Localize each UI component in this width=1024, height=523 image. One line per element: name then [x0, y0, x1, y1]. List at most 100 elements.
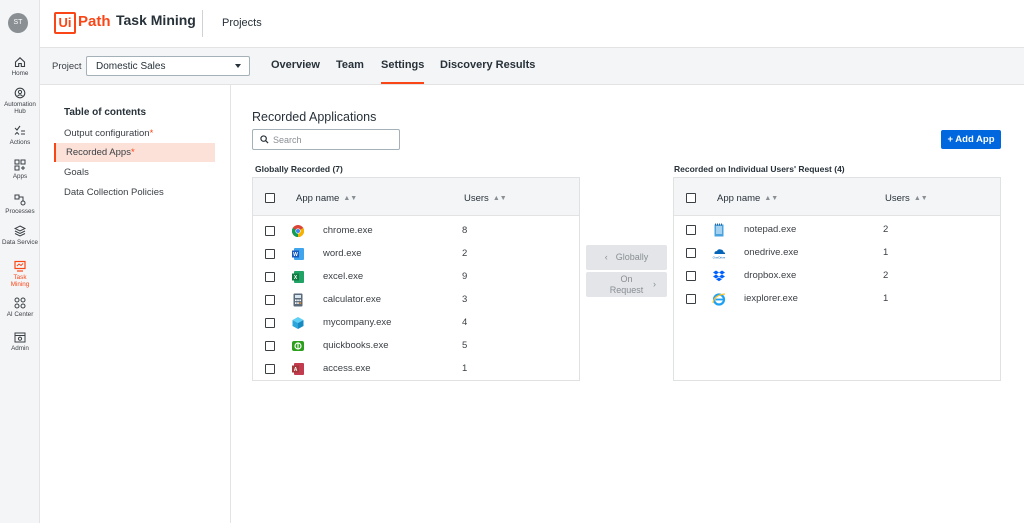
users-column-header[interactable]: Users ▲▼ [464, 193, 507, 204]
select-all-checkbox[interactable] [265, 193, 275, 203]
row-checkbox[interactable] [265, 364, 275, 374]
rail-label: Apps [12, 173, 28, 180]
app-header: Ui Path Task Mining Projects [40, 0, 1024, 48]
search-icon [260, 135, 269, 144]
toc-item-recorded-apps[interactable]: Recorded Apps* [54, 143, 215, 162]
ai-center-icon [14, 297, 26, 309]
toc-title: Table of contents [64, 107, 147, 118]
app-name-column-header[interactable]: App name ▲▼ [296, 193, 357, 204]
row-checkbox[interactable] [686, 271, 696, 281]
user-count: 8 [462, 225, 468, 236]
row-checkbox[interactable] [686, 248, 696, 258]
table-row[interactable]: notepad.exe 2 [674, 219, 1000, 241]
row-checkbox[interactable] [686, 294, 696, 304]
search-box[interactable] [252, 129, 400, 150]
actions-icon [14, 125, 25, 135]
rail-label: Automation Hub [4, 101, 36, 115]
table-row[interactable]: chrome.exe 8 [253, 220, 579, 242]
table-row[interactable]: quickbooks.exe 5 [253, 335, 579, 357]
iexplorer-icon [712, 293, 726, 306]
table-header: App name ▲▼ Users ▲▼ [674, 178, 1000, 216]
automation-hub-icon [14, 87, 26, 99]
dropbox-icon [713, 270, 725, 282]
app-name: calculator.exe [323, 294, 382, 305]
toc-item-output-configuration[interactable]: Output configuration* [54, 124, 215, 143]
word-icon: W [292, 248, 304, 260]
apps-icon [14, 159, 26, 171]
app-name: onedrive.exe [744, 247, 799, 258]
user-count: 3 [462, 294, 468, 305]
search-input[interactable] [273, 132, 393, 147]
rail-item-admin[interactable]: Admin [0, 331, 40, 352]
rail-label: Processes [5, 208, 35, 215]
row-checkbox[interactable] [265, 318, 275, 328]
app-name-column-header[interactable]: App name ▲▼ [717, 193, 778, 204]
toc-item-label: Output configuration [64, 128, 150, 139]
rail-item-home[interactable]: Home [0, 56, 40, 77]
home-icon [14, 57, 26, 68]
svg-text:W: W [293, 252, 298, 258]
move-on-request-button[interactable]: On Request › [586, 272, 667, 297]
rail-item-ai-center[interactable]: AI Center [0, 297, 40, 318]
user-count: 1 [883, 293, 889, 304]
required-marker: * [149, 128, 154, 139]
avatar[interactable]: ST [8, 13, 28, 33]
table-row[interactable]: mycompany.exe 4 [253, 312, 579, 334]
globally-recorded-table: App name ▲▼ Users ▲▼ chrome.exe 8 W word.e… [252, 177, 580, 381]
table-of-contents: Table of contents Output configuration* … [40, 85, 231, 523]
rail-label: AI Center [6, 311, 34, 318]
row-checkbox[interactable] [265, 272, 275, 282]
table-row[interactable]: W word.exe 2 [253, 243, 579, 265]
tab-settings[interactable]: Settings [381, 59, 425, 84]
toc-item-data-collection-policies[interactable]: Data Collection Policies [54, 183, 215, 202]
admin-icon [14, 332, 26, 343]
product-name: Task Mining [116, 12, 196, 28]
table-row[interactable]: OneDrive onedrive.exe 1 [674, 242, 1000, 264]
individual-request-table: App name ▲▼ Users ▲▼ notepad.exe 2 OneDriv… [673, 177, 1001, 381]
app-name: excel.exe [323, 271, 364, 282]
calculator-icon [293, 293, 303, 307]
table-header: App name ▲▼ Users ▲▼ [253, 178, 579, 216]
user-count: 1 [883, 247, 889, 258]
rail-item-automation-hub[interactable]: Automation Hub [0, 87, 40, 115]
select-all-checkbox[interactable] [686, 193, 696, 203]
projects-link[interactable]: Projects [222, 17, 262, 29]
table-row[interactable]: dropbox.exe 2 [674, 265, 1000, 287]
table-row[interactable]: iexplorer.exe 1 [674, 288, 1000, 310]
users-column-header[interactable]: Users ▲▼ [885, 193, 928, 204]
tab-overview[interactable]: Overview [271, 59, 320, 71]
rail-item-apps[interactable]: Apps [0, 159, 40, 180]
rail-item-processes[interactable]: Processes [0, 194, 40, 215]
table-row[interactable]: X excel.exe 9 [253, 266, 579, 288]
rail-item-task-mining[interactable]: Task Mining [0, 260, 40, 288]
rail-item-actions[interactable]: Actions [0, 125, 40, 146]
tab-team[interactable]: Team [336, 59, 364, 71]
app-name: quickbooks.exe [323, 340, 389, 351]
notepad-icon [714, 223, 724, 237]
uipath-logo-mark[interactable]: Ui [54, 12, 76, 34]
page-title: Recorded Applications [252, 110, 377, 124]
data-service-icon [14, 225, 26, 237]
toc-item-goals[interactable]: Goals [54, 163, 215, 182]
project-select[interactable]: Domestic Sales [86, 56, 250, 76]
toc-item-label: Goals [64, 167, 89, 178]
row-checkbox[interactable] [686, 225, 696, 235]
add-app-button[interactable]: + Add App [941, 130, 1001, 149]
row-checkbox[interactable] [265, 295, 275, 305]
sort-icon: ▲▼ [492, 195, 507, 202]
required-marker: * [130, 147, 135, 158]
rail-label: Actions [9, 139, 31, 146]
rail-item-data-service[interactable]: Data Service [0, 225, 40, 246]
svg-text:A: A [294, 367, 298, 373]
sort-icon: ▲▼ [913, 195, 928, 202]
app-name: word.exe [323, 248, 362, 259]
row-checkbox[interactable] [265, 341, 275, 351]
row-checkbox[interactable] [265, 249, 275, 259]
table-row[interactable]: calculator.exe 3 [253, 289, 579, 311]
move-globally-button[interactable]: ‹ Globally [586, 245, 667, 270]
row-checkbox[interactable] [265, 226, 275, 236]
table-row[interactable]: A access.exe 1 [253, 358, 579, 380]
rail-label: Admin [11, 345, 29, 352]
header-divider [202, 10, 203, 37]
tab-discovery-results[interactable]: Discovery Results [440, 59, 535, 71]
